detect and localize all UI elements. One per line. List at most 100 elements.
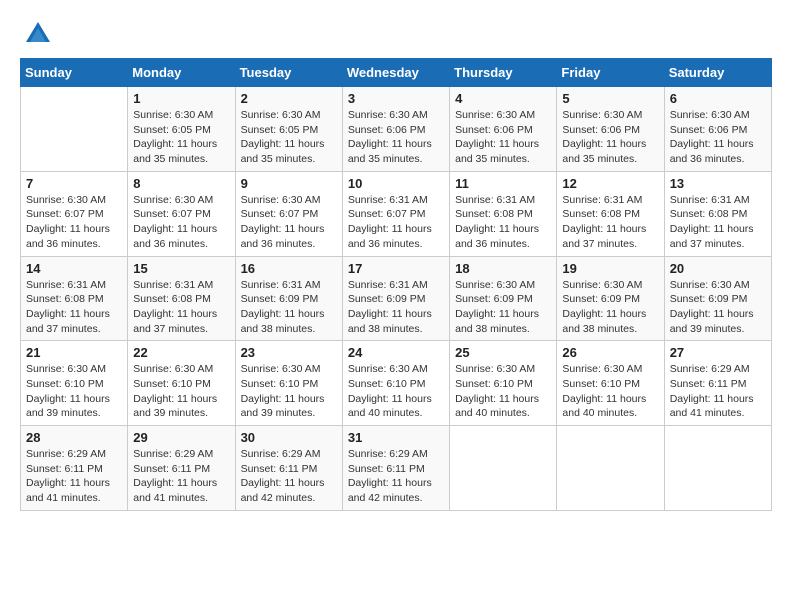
day-number: 25 (455, 345, 551, 360)
day-info: Sunrise: 6:29 AM Sunset: 6:11 PM Dayligh… (133, 447, 229, 506)
day-info: Sunrise: 6:31 AM Sunset: 6:09 PM Dayligh… (348, 278, 444, 337)
day-number: 2 (241, 91, 337, 106)
calendar-cell: 30Sunrise: 6:29 AM Sunset: 6:11 PM Dayli… (235, 426, 342, 511)
calendar-cell: 8 Sunrise: 6:30 AM Sunset: 6:07 PM Daylig… (128, 171, 235, 256)
day-number: 1 (133, 91, 229, 106)
calendar-cell: 14Sunrise: 6:31 AM Sunset: 6:08 PM Dayli… (21, 256, 128, 341)
calendar-cell (450, 426, 557, 511)
calendar-cell: 24 Sunrise: 6:30 AM Sunset: 6:10 PM Dayli… (342, 341, 449, 426)
calendar-cell: 28Sunrise: 6:29 AM Sunset: 6:11 PM Dayli… (21, 426, 128, 511)
calendar-cell: 2 Sunrise: 6:30 AM Sunset: 6:05 PM Daylig… (235, 87, 342, 172)
calendar-cell: 17 Sunrise: 6:31 AM Sunset: 6:09 PM Dayli… (342, 256, 449, 341)
day-info: Sunrise: 6:30 AM Sunset: 6:10 PM Dayligh… (348, 362, 444, 421)
day-info: Sunrise: 6:31 AM Sunset: 6:08 PM Dayligh… (562, 193, 658, 252)
day-info: Sunrise: 6:31 AM Sunset: 6:08 PM Dayligh… (670, 193, 766, 252)
day-number: 22 (133, 345, 229, 360)
calendar-cell: 6Sunrise: 6:30 AM Sunset: 6:06 PM Daylig… (664, 87, 771, 172)
day-info: Sunrise: 6:30 AM Sunset: 6:06 PM Dayligh… (562, 108, 658, 167)
calendar-cell: 5 Sunrise: 6:30 AM Sunset: 6:06 PM Daylig… (557, 87, 664, 172)
calendar-cell: 9 Sunrise: 6:30 AM Sunset: 6:07 PM Daylig… (235, 171, 342, 256)
day-info: Sunrise: 6:29 AM Sunset: 6:11 PM Dayligh… (26, 447, 122, 506)
calendar-cell (21, 87, 128, 172)
header-wednesday: Wednesday (342, 59, 449, 87)
calendar-cell: 25 Sunrise: 6:30 AM Sunset: 6:10 PM Dayli… (450, 341, 557, 426)
day-number: 29 (133, 430, 229, 445)
day-info: Sunrise: 6:31 AM Sunset: 6:08 PM Dayligh… (133, 278, 229, 337)
day-info: Sunrise: 6:30 AM Sunset: 6:10 PM Dayligh… (133, 362, 229, 421)
day-number: 4 (455, 91, 551, 106)
day-info: Sunrise: 6:31 AM Sunset: 6:08 PM Dayligh… (455, 193, 551, 252)
day-info: Sunrise: 6:30 AM Sunset: 6:06 PM Dayligh… (348, 108, 444, 167)
calendar-cell: 18 Sunrise: 6:30 AM Sunset: 6:09 PM Dayli… (450, 256, 557, 341)
day-number: 7 (26, 176, 122, 191)
day-info: Sunrise: 6:30 AM Sunset: 6:07 PM Dayligh… (26, 193, 122, 252)
day-number: 31 (348, 430, 444, 445)
day-number: 16 (241, 261, 337, 276)
page-header (20, 20, 772, 48)
day-info: Sunrise: 6:30 AM Sunset: 6:07 PM Dayligh… (133, 193, 229, 252)
week-row-3: 14Sunrise: 6:31 AM Sunset: 6:08 PM Dayli… (21, 256, 772, 341)
calendar-cell: 3 Sunrise: 6:30 AM Sunset: 6:06 PM Daylig… (342, 87, 449, 172)
calendar-cell: 4 Sunrise: 6:30 AM Sunset: 6:06 PM Daylig… (450, 87, 557, 172)
day-number: 9 (241, 176, 337, 191)
day-number: 20 (670, 261, 766, 276)
header-tuesday: Tuesday (235, 59, 342, 87)
calendar-cell: 19 Sunrise: 6:30 AM Sunset: 6:09 PM Dayli… (557, 256, 664, 341)
calendar-cell (664, 426, 771, 511)
day-number: 8 (133, 176, 229, 191)
calendar-cell: 15 Sunrise: 6:31 AM Sunset: 6:08 PM Dayli… (128, 256, 235, 341)
day-info: Sunrise: 6:30 AM Sunset: 6:10 PM Dayligh… (241, 362, 337, 421)
calendar-cell: 22 Sunrise: 6:30 AM Sunset: 6:10 PM Dayli… (128, 341, 235, 426)
day-info: Sunrise: 6:30 AM Sunset: 6:09 PM Dayligh… (455, 278, 551, 337)
day-info: Sunrise: 6:30 AM Sunset: 6:10 PM Dayligh… (455, 362, 551, 421)
calendar-cell (557, 426, 664, 511)
day-number: 21 (26, 345, 122, 360)
day-info: Sunrise: 6:30 AM Sunset: 6:09 PM Dayligh… (562, 278, 658, 337)
day-number: 10 (348, 176, 444, 191)
calendar-cell: 21 Sunrise: 6:30 AM Sunset: 6:10 PM Dayli… (21, 341, 128, 426)
week-row-2: 7 Sunrise: 6:30 AM Sunset: 6:07 PM Daylig… (21, 171, 772, 256)
day-info: Sunrise: 6:31 AM Sunset: 6:07 PM Dayligh… (348, 193, 444, 252)
day-info: Sunrise: 6:29 AM Sunset: 6:11 PM Dayligh… (241, 447, 337, 506)
calendar-cell: 10 Sunrise: 6:31 AM Sunset: 6:07 PM Dayli… (342, 171, 449, 256)
day-info: Sunrise: 6:30 AM Sunset: 6:07 PM Dayligh… (241, 193, 337, 252)
day-info: Sunrise: 6:30 AM Sunset: 6:10 PM Dayligh… (26, 362, 122, 421)
day-number: 17 (348, 261, 444, 276)
day-number: 27 (670, 345, 766, 360)
day-info: Sunrise: 6:29 AM Sunset: 6:11 PM Dayligh… (670, 362, 766, 421)
header-sunday: Sunday (21, 59, 128, 87)
day-number: 18 (455, 261, 551, 276)
week-row-4: 21 Sunrise: 6:30 AM Sunset: 6:10 PM Dayli… (21, 341, 772, 426)
day-number: 15 (133, 261, 229, 276)
day-number: 19 (562, 261, 658, 276)
calendar-cell: 1 Sunrise: 6:30 AM Sunset: 6:05 PM Daylig… (128, 87, 235, 172)
day-number: 3 (348, 91, 444, 106)
header-saturday: Saturday (664, 59, 771, 87)
day-info: Sunrise: 6:31 AM Sunset: 6:08 PM Dayligh… (26, 278, 122, 337)
day-info: Sunrise: 6:30 AM Sunset: 6:05 PM Dayligh… (133, 108, 229, 167)
calendar-cell: 26Sunrise: 6:30 AM Sunset: 6:10 PM Dayli… (557, 341, 664, 426)
calendar-cell: 31Sunrise: 6:29 AM Sunset: 6:11 PM Dayli… (342, 426, 449, 511)
calendar-cell: 20 Sunrise: 6:30 AM Sunset: 6:09 PM Dayli… (664, 256, 771, 341)
calendar-cell: 16 Sunrise: 6:31 AM Sunset: 6:09 PM Dayli… (235, 256, 342, 341)
header-friday: Friday (557, 59, 664, 87)
logo-icon (24, 20, 52, 48)
day-number: 13 (670, 176, 766, 191)
day-number: 5 (562, 91, 658, 106)
header-thursday: Thursday (450, 59, 557, 87)
day-number: 12 (562, 176, 658, 191)
day-number: 6 (670, 91, 766, 106)
day-info: Sunrise: 6:31 AM Sunset: 6:09 PM Dayligh… (241, 278, 337, 337)
logo (20, 20, 52, 48)
calendar-table: SundayMondayTuesdayWednesdayThursdayFrid… (20, 58, 772, 511)
calendar-cell: 29 Sunrise: 6:29 AM Sunset: 6:11 PM Dayli… (128, 426, 235, 511)
day-info: Sunrise: 6:30 AM Sunset: 6:05 PM Dayligh… (241, 108, 337, 167)
day-number: 24 (348, 345, 444, 360)
calendar-cell: 11 Sunrise: 6:31 AM Sunset: 6:08 PM Dayli… (450, 171, 557, 256)
calendar-cell: 12 Sunrise: 6:31 AM Sunset: 6:08 PM Dayli… (557, 171, 664, 256)
calendar-cell: 7 Sunrise: 6:30 AM Sunset: 6:07 PM Daylig… (21, 171, 128, 256)
day-info: Sunrise: 6:30 AM Sunset: 6:09 PM Dayligh… (670, 278, 766, 337)
day-number: 11 (455, 176, 551, 191)
day-info: Sunrise: 6:30 AM Sunset: 6:10 PM Dayligh… (562, 362, 658, 421)
day-info: Sunrise: 6:30 AM Sunset: 6:06 PM Dayligh… (455, 108, 551, 167)
